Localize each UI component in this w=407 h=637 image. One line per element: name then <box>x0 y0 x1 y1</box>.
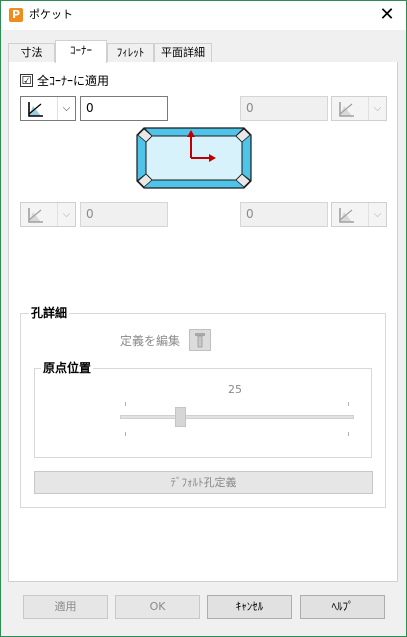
corner-type-icon <box>339 208 354 223</box>
top-right-corner-value-field[interactable]: 0 <box>240 96 328 121</box>
top-left-corner-type-combo[interactable]: ⌵ <box>20 96 76 121</box>
app-icon: P <box>9 8 23 22</box>
close-button[interactable]: ✕ <box>377 5 397 25</box>
origin-slider-thumb[interactable] <box>175 407 186 427</box>
apply-button[interactable]: 適用 <box>23 595 108 619</box>
tab-corner[interactable]: ｺｰﾅｰ <box>55 40 107 63</box>
hole-definition-icon <box>195 333 205 348</box>
hole-detail-group-title: 孔詳細 <box>29 306 70 320</box>
tab-label: ﾌｨﾚｯﾄ <box>116 46 145 59</box>
chevron-down-icon: ⌵ <box>368 203 386 226</box>
slider-tick <box>125 432 126 436</box>
top-right-corner-type-combo[interactable]: ⌵ <box>331 96 387 121</box>
corner-type-icon <box>28 102 43 117</box>
tab-dimensions[interactable]: 寸法 <box>8 43 55 63</box>
tab-plane-detail[interactable]: 平面詳細 <box>154 43 212 63</box>
bottom-left-corner-value-field[interactable]: 0 <box>80 202 168 227</box>
chevron-down-icon: ⌵ <box>57 97 75 120</box>
default-hole-definition-button[interactable]: ﾃﾞﾌｫﾙﾄ孔定義 <box>34 471 373 494</box>
cancel-button[interactable]: ｷｬﾝｾﾙ <box>207 595 292 619</box>
tab-label: 平面詳細 <box>161 46 205 59</box>
edit-definition-label: 定義を編集 <box>120 334 181 348</box>
close-icon: ✕ <box>379 4 395 25</box>
top-left-corner-value-field[interactable]: 0 <box>80 96 168 121</box>
window-title: ポケット <box>29 8 73 21</box>
slider-tick <box>348 432 349 436</box>
tab-label: ｺｰﾅｰ <box>70 44 92 57</box>
ok-button[interactable]: OK <box>115 595 200 619</box>
origin-position-group <box>34 368 372 458</box>
edit-definition-button[interactable] <box>189 329 211 351</box>
slider-value-label: 25 <box>228 383 242 396</box>
chevron-down-icon: ⌵ <box>368 97 386 120</box>
bottom-right-corner-value-field[interactable]: 0 <box>240 202 328 227</box>
bottom-left-corner-type-combo[interactable]: ⌵ <box>20 202 76 227</box>
slider-tick <box>125 402 126 406</box>
corner-type-icon <box>28 208 43 223</box>
slider-tick <box>348 402 349 406</box>
apply-all-corners-checkbox[interactable]: ☑ <box>20 74 33 87</box>
tab-label: 寸法 <box>20 46 43 59</box>
corner-type-icon <box>339 102 354 117</box>
tab-fillet[interactable]: ﾌｨﾚｯﾄ <box>107 43 154 63</box>
origin-position-group-title: 原点位置 <box>41 361 94 375</box>
origin-slider-track[interactable] <box>120 415 354 419</box>
pocket-corner-preview <box>136 127 252 189</box>
help-button[interactable]: ﾍﾙﾌﾟ <box>300 595 385 619</box>
chevron-down-icon: ⌵ <box>57 203 75 226</box>
bottom-right-corner-type-combo[interactable]: ⌵ <box>331 202 387 227</box>
apply-all-corners-label: 全ｺｰﾅｰに適用 <box>37 74 110 88</box>
